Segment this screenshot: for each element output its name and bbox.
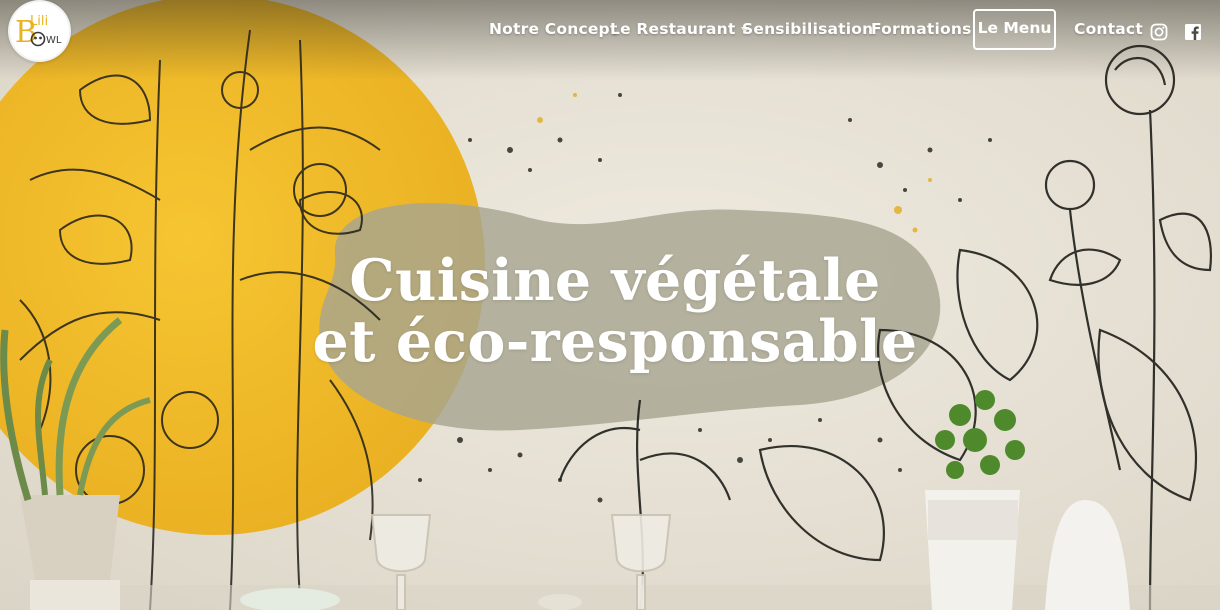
headline-line-1: Cuisine végétale (349, 247, 881, 314)
nav-item-sensibilisation[interactable]: Sensibilisation (742, 20, 873, 38)
facebook-icon[interactable] (1184, 23, 1202, 41)
hero-section: B Lili WL Notre Concept Le Restaurant Se… (0, 0, 1220, 610)
nav-item-le-restaurant[interactable]: Le Restaurant (610, 20, 749, 38)
logo-letters-wl: WL (46, 35, 62, 46)
logo-mark: B Lili WL (15, 14, 62, 50)
logo-word-lili: Lili (30, 14, 48, 29)
lili-bowl-logo[interactable]: B Lili WL (8, 0, 71, 62)
nav-item-contact[interactable]: Contact (1074, 20, 1143, 38)
headline-line-2: et éco-responsable (312, 308, 918, 375)
le-menu-button[interactable]: Le Menu (973, 9, 1056, 50)
nav-item-notre-concept[interactable]: Notre Concept (489, 20, 617, 38)
nav-item-formations[interactable]: Formations (871, 20, 972, 38)
instagram-icon[interactable] (1150, 23, 1168, 41)
hero-headline: Cuisine végétale et éco-responsable (0, 250, 1220, 372)
nav-item-le-restaurant-label: Le Restaurant (610, 20, 736, 38)
